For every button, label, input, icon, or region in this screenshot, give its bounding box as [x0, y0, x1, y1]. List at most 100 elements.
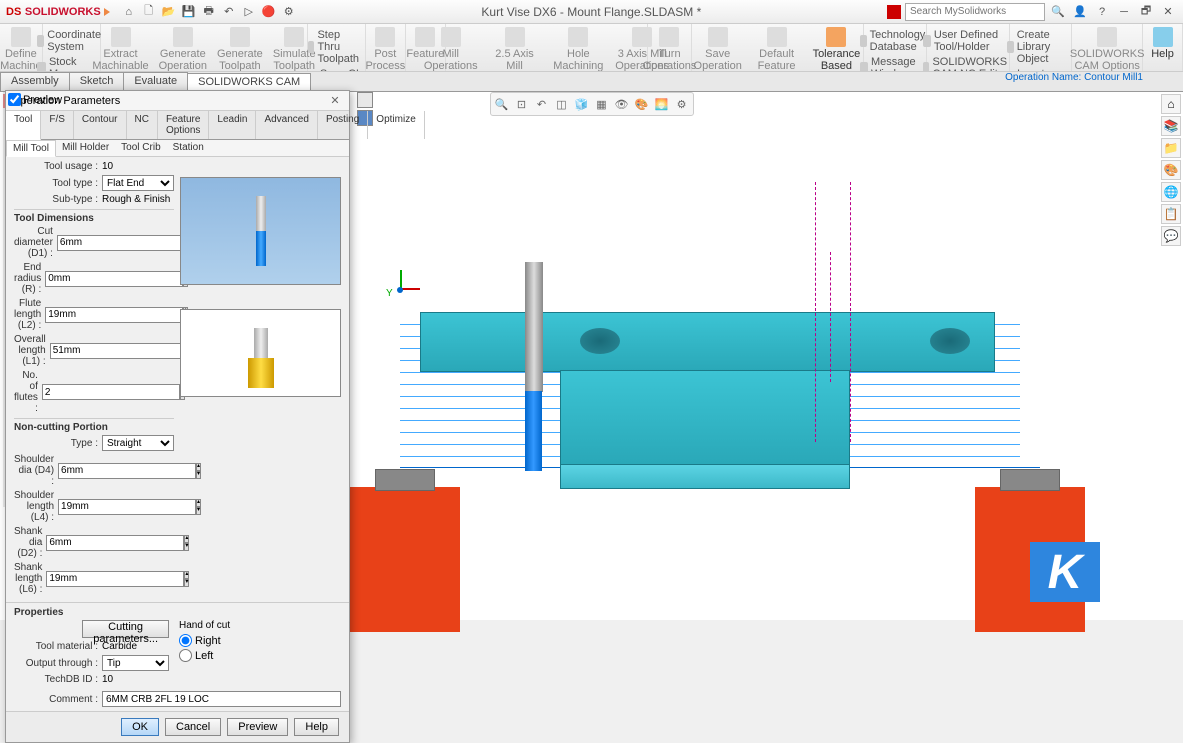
- create-lib-button[interactable]: Create Library Object: [1005, 28, 1076, 66]
- select-icon[interactable]: ▷: [240, 3, 258, 21]
- new-icon[interactable]: 🗋: [140, 3, 158, 21]
- dialog-tab-tool[interactable]: Tool: [6, 111, 41, 140]
- dialog-help-button[interactable]: Help: [294, 718, 339, 736]
- view-orient-icon[interactable]: 🧊: [573, 95, 591, 113]
- cut-dia-label: Cut diameter (D1) :: [14, 226, 57, 259]
- restore-icon[interactable]: 🗗: [1137, 4, 1155, 20]
- help-button[interactable]: Help: [1149, 26, 1176, 61]
- view-settings-icon[interactable]: ⚙: [673, 95, 691, 113]
- output-through-select[interactable]: Tip: [102, 655, 169, 671]
- mill-ops-button[interactable]: Mill Operations: [422, 26, 480, 72]
- preview-checkbox[interactable]: [8, 93, 21, 106]
- user-tool-button[interactable]: User Defined Tool/Holder: [921, 28, 1015, 54]
- 25axis-button[interactable]: 2.5 Axis Mill Operations: [486, 26, 544, 72]
- shoulder-dia-input[interactable]: [58, 463, 196, 479]
- dialog-tab-optimize[interactable]: Optimize: [368, 111, 424, 139]
- noncutting-header: Non-cutting Portion: [14, 418, 174, 433]
- fixture-jaw-left: [350, 487, 460, 632]
- tab-assembly[interactable]: Assembly: [0, 72, 70, 91]
- home-icon[interactable]: ⌂: [120, 3, 138, 21]
- dialog-close-icon[interactable]: ✕: [327, 94, 343, 107]
- dialog-tab-advanced[interactable]: Advanced: [256, 111, 317, 139]
- dialog-subtab-station[interactable]: Station: [167, 140, 210, 156]
- apply-scene-icon[interactable]: 🌅: [653, 95, 671, 113]
- zoom-fit-icon[interactable]: 🔍: [493, 95, 511, 113]
- dialog-subtab-toolcrib[interactable]: Tool Crib: [115, 140, 166, 156]
- search-icon[interactable]: 🔍: [1049, 3, 1067, 21]
- close-icon[interactable]: ✕: [1159, 4, 1177, 20]
- ok-button[interactable]: OK: [121, 718, 159, 736]
- tool-usage-label: Tool usage :: [14, 161, 102, 172]
- output-through-label: Output through :: [14, 658, 102, 669]
- hand-right-radio[interactable]: [179, 634, 192, 647]
- shank-len-input[interactable]: [46, 571, 184, 587]
- subtype-value: Rough & Finish: [102, 194, 170, 205]
- zoom-area-icon[interactable]: ⊡: [513, 95, 531, 113]
- cancel-button[interactable]: Cancel: [165, 718, 221, 736]
- titlebar: DS SOLIDWORKS ⌂ 🗋 📂 💾 🖶 ↶ ▷ 🔴 ⚙ Kurt Vis…: [0, 0, 1183, 24]
- generate-op-plan-button[interactable]: Generate Operation Plan: [157, 26, 209, 72]
- cam-options-button[interactable]: SOLIDWORKS CAM Options: [1068, 26, 1147, 72]
- shank-dia-input[interactable]: [46, 535, 184, 551]
- tab-evaluate[interactable]: Evaluate: [123, 72, 188, 91]
- cutting-params-button[interactable]: Cutting parameters...: [82, 620, 169, 638]
- step-thru-button[interactable]: Step Thru Toolpath: [306, 28, 367, 66]
- hole-machining-button[interactable]: Hole Machining Operations: [549, 26, 607, 72]
- techdb-value: 10: [102, 674, 113, 685]
- nc-type-select[interactable]: Straight: [102, 435, 174, 451]
- end-radius-input[interactable]: [45, 271, 183, 287]
- sw-resources-icon[interactable]: [887, 5, 901, 19]
- app-logo: DS SOLIDWORKS: [0, 4, 116, 19]
- shoulder-len-input[interactable]: [58, 499, 196, 515]
- cut-dia-input[interactable]: [57, 235, 195, 251]
- extract-features-button[interactable]: Extract Machinable Features: [90, 26, 150, 72]
- tab-sketch[interactable]: Sketch: [69, 72, 125, 91]
- rebuild-icon[interactable]: 🔴: [260, 3, 278, 21]
- minimize-icon[interactable]: ─: [1115, 4, 1133, 20]
- dialog-tab-featureoptions[interactable]: Feature Options: [158, 111, 209, 139]
- options-icon[interactable]: ⚙: [280, 3, 298, 21]
- overall-len-input[interactable]: [50, 343, 188, 359]
- dialog-tab-contour[interactable]: Contour: [74, 111, 127, 139]
- subtype-label: Sub-type :: [14, 194, 102, 205]
- command-manager-tabs: Assembly Sketch Evaluate SOLIDWORKS CAM …: [0, 72, 1183, 92]
- save-icon[interactable]: 💾: [180, 3, 198, 21]
- dialog-subtab-milltool[interactable]: Mill Tool: [6, 140, 56, 157]
- section-view-icon[interactable]: ◫: [553, 95, 571, 113]
- num-flutes-input[interactable]: [42, 384, 180, 400]
- help-icon[interactable]: ?: [1093, 3, 1111, 21]
- search-input[interactable]: [905, 3, 1045, 21]
- prev-view-icon[interactable]: ↶: [533, 95, 551, 113]
- open-icon[interactable]: 📂: [160, 3, 178, 21]
- dialog-tab-posting[interactable]: Posting: [318, 111, 368, 139]
- hide-show-icon[interactable]: 👁: [613, 95, 631, 113]
- dialog-sub-tabs: Mill ToolMill HolderTool CribStation: [6, 140, 349, 157]
- shoulder-dia-label: Shoulder dia (D4) :: [14, 454, 58, 487]
- solidworks-resources-icon[interactable]: ⌂: [1161, 94, 1181, 114]
- tool-type-select[interactable]: Flat End: [102, 175, 174, 191]
- save-op-plan-button[interactable]: Save Operation Plan: [692, 26, 744, 72]
- properties-header: Properties: [14, 607, 341, 618]
- flute-len-input[interactable]: [45, 307, 183, 323]
- turn-ops-button[interactable]: Turn Operations: [641, 26, 699, 72]
- tool-usage-value: 10: [102, 161, 113, 172]
- dialog-subtab-millholder[interactable]: Mill Holder: [56, 140, 115, 156]
- display-style-icon[interactable]: ▦: [593, 95, 611, 113]
- generate-toolpath-button[interactable]: Generate Toolpath: [215, 26, 265, 72]
- default-strategies-button[interactable]: Default Feature Strategies: [750, 26, 804, 72]
- hand-left-radio[interactable]: [179, 649, 192, 662]
- cutting-tool: [525, 262, 543, 471]
- dialog-tab-nc[interactable]: NC: [127, 111, 158, 139]
- nc-editor-button[interactable]: SOLIDWORKS CAM NC Editor: [921, 55, 1015, 72]
- dialog-tab-fs[interactable]: F/S: [41, 111, 74, 139]
- heads-up-toolbar: 🔍 ⊡ ↶ ◫ 🧊 ▦ 👁 🎨 🌅 ⚙: [490, 92, 694, 116]
- edit-appearance-icon[interactable]: 🎨: [633, 95, 651, 113]
- post-process-button[interactable]: Post Process: [363, 26, 407, 72]
- login-icon[interactable]: 👤: [1071, 3, 1089, 21]
- comment-input[interactable]: [102, 691, 341, 707]
- undo-icon[interactable]: ↶: [220, 3, 238, 21]
- dialog-tab-leadin[interactable]: Leadin: [209, 111, 256, 139]
- print-icon[interactable]: 🖶: [200, 3, 218, 21]
- preview-button[interactable]: Preview: [227, 718, 288, 736]
- panel-tab-icon[interactable]: [357, 92, 373, 108]
